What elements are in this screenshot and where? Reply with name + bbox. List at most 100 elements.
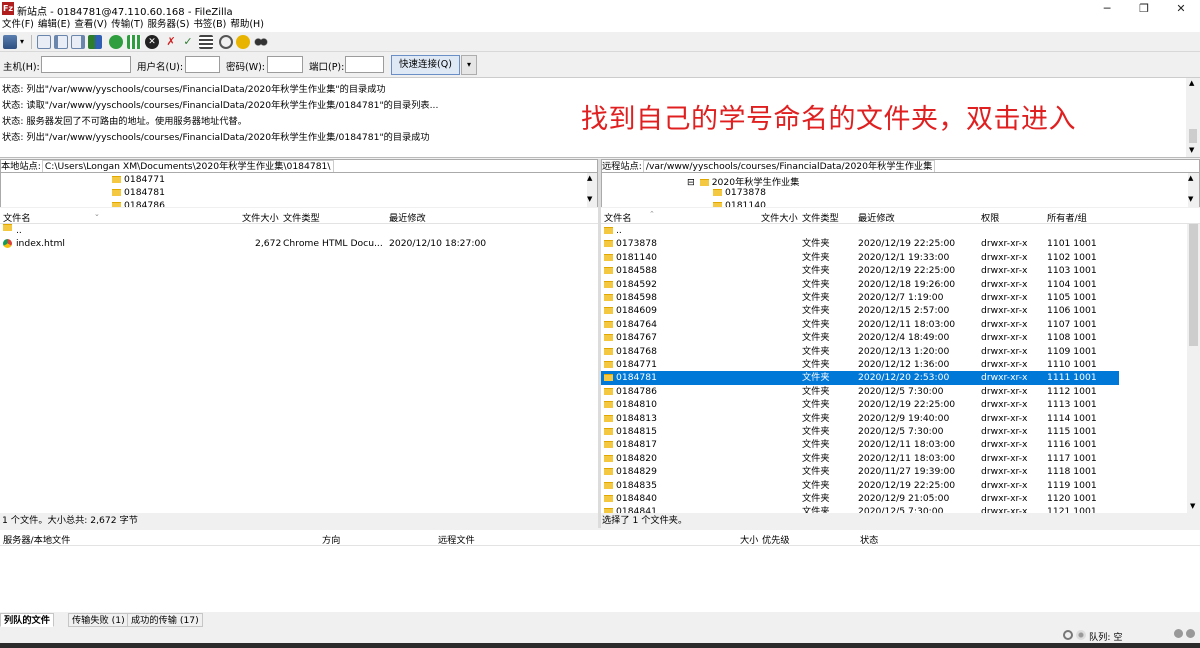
tree-node[interactable]: 0184786 [112, 200, 165, 207]
col-filename[interactable]: 文件名 [3, 210, 31, 224]
list-item[interactable]: 0184840 文件夹 2020/12/9 21:05:00 drwxr-xr-x 11… [601, 492, 1119, 505]
username-input[interactable] [185, 56, 220, 73]
tab-failed-transfers[interactable]: 传输失败 (1) [68, 613, 129, 627]
menu-help[interactable]: 帮助(H) [228, 18, 266, 32]
col-direction[interactable]: 方向 [322, 532, 340, 546]
cancel-icon[interactable]: ✕ [145, 35, 159, 49]
col-modified[interactable]: 最近修改 [858, 210, 895, 224]
list-item[interactable]: 0184771 文件夹 2020/12/12 1:36:00 drwxr-xr-x 11… [601, 358, 1119, 371]
list-item[interactable]: 0173878 文件夹 2020/12/19 22:25:00 drwxr-xr-x 1… [601, 237, 1119, 250]
quickconnect-history-dropdown[interactable]: ▾ [461, 55, 477, 75]
tab-queued-files[interactable]: 列队的文件 [0, 613, 54, 627]
dropdown-arrow-icon[interactable]: ▾ [20, 37, 24, 46]
toggle-remote-tree-icon[interactable] [71, 35, 85, 49]
filter-icon[interactable] [219, 35, 233, 49]
col-modified[interactable]: 最近修改 [389, 210, 426, 224]
scroll-down-icon[interactable]: ▼ [1189, 146, 1194, 154]
list-item[interactable]: 0184598 文件夹 2020/12/7 1:19:00 drwxr-xr-x 110… [601, 291, 1119, 304]
gear-icon[interactable] [1063, 630, 1073, 640]
toggle-local-tree-icon[interactable] [54, 35, 68, 49]
tree-node[interactable]: 0184781 [112, 187, 165, 198]
col-filename[interactable]: 文件名 [604, 210, 632, 224]
col-size[interactable]: 大小 [740, 532, 758, 546]
directory-compare-icon[interactable] [199, 35, 213, 49]
close-icon[interactable]: ✕ [1162, 0, 1200, 18]
tab-successful-transfers[interactable]: 成功的传输 (17) [127, 613, 203, 627]
sync-browse-icon[interactable] [236, 35, 250, 49]
local-path-input[interactable]: C:\Users\Longan XM\Documents\2020年秋学生作业集… [41, 160, 334, 172]
toggle-log-icon[interactable] [37, 35, 51, 49]
tree-node[interactable]: ⊟ 2020年秋学生作业集 [687, 174, 799, 188]
col-filetype[interactable]: 文件类型 [802, 210, 839, 224]
speed-limit-icon[interactable] [1076, 630, 1086, 640]
tree-node[interactable]: 0173878 [713, 187, 766, 198]
list-item[interactable]: 0184609 文件夹 2020/12/15 2:57:00 drwxr-xr-x 11… [601, 304, 1119, 317]
list-item[interactable]: 0184588 文件夹 2020/12/19 22:25:00 drwxr-xr-x 1… [601, 264, 1119, 277]
list-item[interactable]: 0184764 文件夹 2020/12/11 18:03:00 drwxr-xr-x 1… [601, 318, 1119, 331]
site-manager-icon[interactable] [3, 35, 17, 49]
list-item[interactable]: .. [601, 224, 1119, 237]
list-item[interactable]: 0181140 文件夹 2020/12/1 19:33:00 drwxr-xr-x 11… [601, 251, 1119, 264]
menu-bookmarks[interactable]: 书签(B) [191, 18, 228, 32]
menu-transfer[interactable]: 传输(T) [109, 18, 145, 32]
local-tree-scrollbar[interactable]: ▲ ▼ [587, 173, 597, 207]
col-owner[interactable]: 所有者/组 [1047, 210, 1087, 224]
refresh-icon[interactable] [109, 35, 123, 49]
local-directory-tree[interactable]: 0184771 0184781 0184786 ▲ ▼ [0, 173, 598, 207]
remote-tree-scrollbar[interactable]: ▲ ▼ [1188, 173, 1199, 207]
menu-edit[interactable]: 编辑(E) [36, 18, 72, 32]
process-queue-icon[interactable] [127, 35, 141, 49]
remote-directory-tree[interactable]: ⊟ 2020年秋学生作业集 0173878 0181140 ▲ ▼ [601, 173, 1200, 207]
col-filetype[interactable]: 文件类型 [283, 210, 320, 224]
list-item[interactable]: 0184820 文件夹 2020/12/11 18:03:00 drwxr-xr-x 1… [601, 452, 1119, 465]
list-item[interactable]: 0184841 文件夹 2020/12/5 7:30:00 drwxr-xr-x 112… [601, 505, 1119, 513]
list-item[interactable]: 0184835 文件夹 2020/12/19 22:25:00 drwxr-xr-x 1… [601, 479, 1119, 492]
list-item[interactable]: 0184592 文件夹 2020/12/18 19:26:00 drwxr-xr-x 1… [601, 278, 1119, 291]
minimize-icon[interactable]: ─ [1088, 0, 1126, 18]
disconnect-icon[interactable]: ✗ [164, 35, 178, 49]
list-item[interactable]: .. [0, 224, 598, 237]
list-item[interactable]: 0184813 文件夹 2020/12/9 19:40:00 drwxr-xr-x 11… [601, 412, 1119, 425]
maximize-icon[interactable]: ❐ [1125, 0, 1163, 18]
binoculars-icon[interactable] [254, 35, 268, 49]
col-filesize[interactable]: 文件大小 [761, 210, 798, 224]
quickconnect-button[interactable]: 快速连接(Q) [391, 55, 460, 75]
menu-view[interactable]: 查看(V) [72, 18, 109, 32]
tree-node[interactable]: 0184771 [112, 174, 165, 185]
menu-server[interactable]: 服务器(S) [145, 18, 191, 32]
col-status[interactable]: 状态 [860, 532, 878, 546]
menu-file[interactable]: 文件(F) [0, 18, 36, 32]
list-item[interactable]: 0184768 文件夹 2020/12/13 1:20:00 drwxr-xr-x 11… [601, 345, 1119, 358]
host-input[interactable] [41, 56, 131, 73]
local-file-list[interactable]: .. index.html 2,672 Chrome HTML Docu... … [0, 224, 598, 513]
col-remote-file[interactable]: 远程文件 [438, 532, 475, 546]
list-item[interactable]: 0184829 文件夹 2020/11/27 19:39:00 drwxr-xr-x 1… [601, 465, 1119, 478]
list-item[interactable]: 0184767 文件夹 2020/12/4 18:49:00 drwxr-xr-x 11… [601, 331, 1119, 344]
scrollbar-thumb[interactable] [1189, 129, 1197, 143]
scrollbar-thumb[interactable] [1189, 224, 1198, 346]
list-item[interactable]: 0184817 文件夹 2020/12/11 18:03:00 drwxr-xr-x 1… [601, 438, 1119, 451]
list-item[interactable]: 0184781 文件夹 2020/12/20 2:53:00 drwxr-xr-x 11… [601, 371, 1119, 385]
tree-node[interactable]: 0181140 [713, 200, 766, 207]
list-item[interactable]: 0184815 文件夹 2020/12/5 7:30:00 drwxr-xr-x 111… [601, 425, 1119, 438]
password-input[interactable] [267, 56, 303, 73]
port-input[interactable] [345, 56, 384, 73]
reconnect-icon[interactable]: ✓ [181, 35, 195, 49]
col-priority[interactable]: 优先级 [762, 532, 790, 546]
col-server-file[interactable]: 服务器/本地文件 [3, 532, 70, 546]
remote-path-input[interactable]: /var/www/yyschools/courses/FinancialData… [642, 160, 936, 172]
toggle-queue-icon[interactable] [88, 35, 102, 49]
transfer-queue-list[interactable] [0, 546, 1200, 612]
list-item[interactable]: 0184810 文件夹 2020/12/19 22:25:00 drwxr-xr-x 1… [601, 398, 1119, 411]
list-item[interactable]: 0184786 文件夹 2020/12/5 7:30:00 drwxr-xr-x 111… [601, 385, 1119, 398]
list-item[interactable]: index.html 2,672 Chrome HTML Docu... 202… [0, 237, 598, 250]
message-log[interactable]: 状态: 列出"/var/www/yyschools/courses/Financ… [0, 78, 1200, 158]
col-filesize[interactable]: 文件大小 [242, 210, 279, 224]
tree-expander-icon[interactable]: ⊟ [687, 177, 695, 188]
scroll-down-icon[interactable]: ▼ [1190, 502, 1195, 510]
remote-list-scrollbar[interactable]: ▼ [1187, 224, 1200, 513]
remote-file-list[interactable]: .. 0173878 文件夹 2020/12/19 22:25:00 drwxr-xr-… [601, 224, 1187, 513]
scroll-up-icon[interactable]: ▲ [1189, 79, 1194, 87]
log-scrollbar[interactable]: ▲ ▼ [1186, 78, 1200, 157]
col-permissions[interactable]: 权限 [981, 210, 999, 224]
